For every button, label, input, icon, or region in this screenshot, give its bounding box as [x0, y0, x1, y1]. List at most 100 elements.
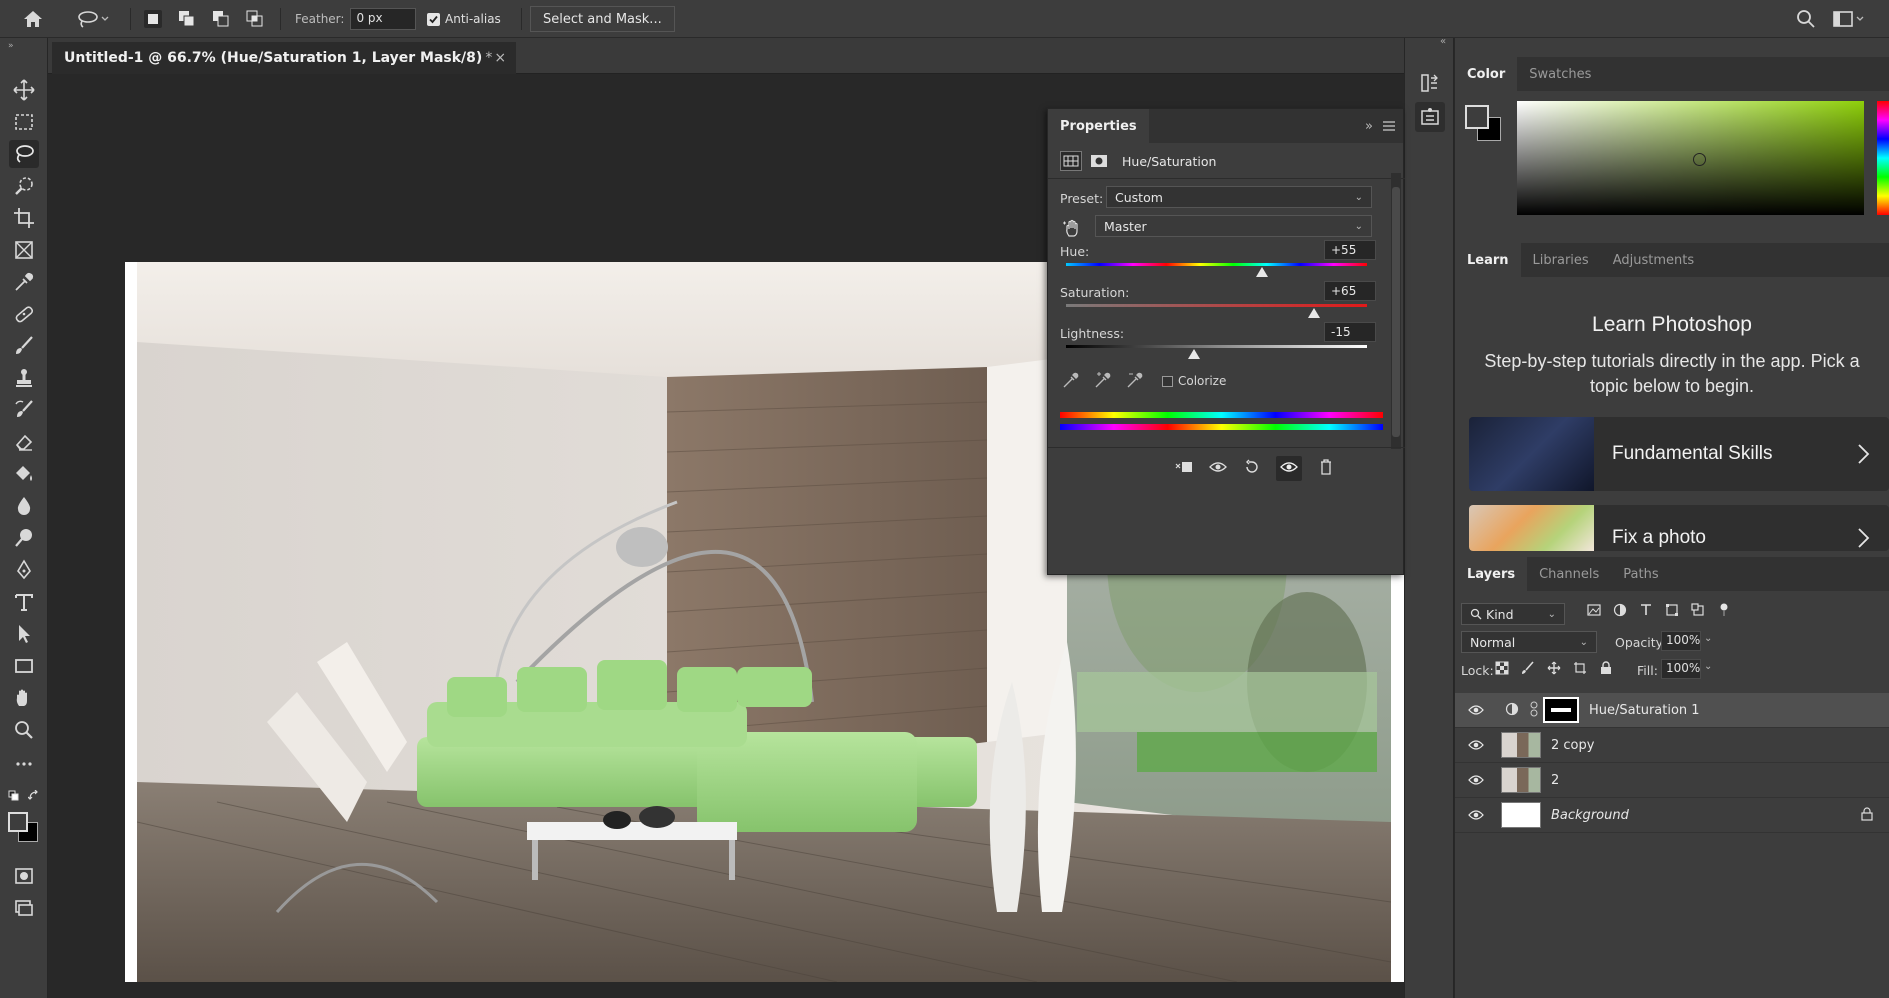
- hand-tool-icon[interactable]: [9, 684, 39, 712]
- lightness-slider-thumb[interactable]: [1187, 349, 1200, 359]
- workspace-icon[interactable]: [1832, 0, 1866, 38]
- collapse-toolbar-icon[interactable]: »: [8, 41, 14, 51]
- eyedropper-subtract-icon[interactable]: [1126, 371, 1144, 392]
- search-icon[interactable]: [1796, 0, 1816, 38]
- hue-slider-track[interactable]: [1066, 263, 1367, 266]
- color-swatch-picker[interactable]: [1465, 105, 1505, 145]
- eraser-tool-icon[interactable]: [9, 428, 39, 456]
- adjustment-settings-icon[interactable]: [1060, 151, 1082, 171]
- fill-dropdown-icon[interactable]: ⌄: [1704, 661, 1712, 672]
- eyedropper-icon[interactable]: [1062, 371, 1080, 392]
- opacity-input[interactable]: 100%: [1661, 631, 1701, 651]
- pen-tool-icon[interactable]: [9, 556, 39, 584]
- learn-card-fundamental-skills[interactable]: Fundamental Skills: [1469, 417, 1889, 491]
- subtract-from-selection-icon[interactable]: [210, 0, 232, 38]
- layer-row-hue-saturation-1[interactable]: Hue/Saturation 1: [1455, 693, 1889, 728]
- screen-mode-icon[interactable]: [9, 894, 39, 922]
- mask-link-icon[interactable]: [1529, 701, 1539, 720]
- marquee-tool-icon[interactable]: [9, 108, 39, 136]
- delete-adjustment-icon[interactable]: [1316, 459, 1336, 478]
- targeted-adjustment-hand-icon[interactable]: [1062, 217, 1084, 242]
- color-picker-marker[interactable]: [1693, 153, 1706, 166]
- close-tab-icon[interactable]: ×: [494, 50, 506, 66]
- document-tab[interactable]: Untitled-1 @ 66.7% (Hue/Saturation 1, La…: [52, 42, 517, 74]
- adjustment-mask-icon[interactable]: [1088, 151, 1110, 171]
- feather-input[interactable]: 0 px: [350, 8, 417, 30]
- tab-adjustments[interactable]: Adjustments: [1601, 243, 1706, 277]
- paint-bucket-tool-icon[interactable]: [9, 460, 39, 488]
- type-tool-icon[interactable]: [9, 588, 39, 616]
- frame-tool-icon[interactable]: [9, 236, 39, 264]
- properties-panel-icon[interactable]: [1415, 102, 1445, 132]
- layer-row-2-copy[interactable]: 2 copy: [1455, 728, 1889, 763]
- swap-colors-icon[interactable]: [27, 789, 40, 805]
- visibility-eye-icon[interactable]: [1461, 704, 1491, 716]
- opacity-dropdown-icon[interactable]: ⌄: [1704, 633, 1712, 644]
- history-brush-tool-icon[interactable]: [9, 396, 39, 424]
- tab-swatches[interactable]: Swatches: [1517, 57, 1603, 91]
- lock-artboard-icon[interactable]: [1573, 661, 1587, 678]
- hue-slider-thumb[interactable]: [1256, 267, 1269, 277]
- tab-paths[interactable]: Paths: [1611, 557, 1670, 591]
- lock-pixels-icon[interactable]: [1521, 661, 1535, 678]
- learn-card-fix-a-photo[interactable]: Fix a photo: [1469, 505, 1889, 551]
- view-previous-state-icon[interactable]: [1208, 459, 1228, 478]
- home-icon[interactable]: [22, 0, 44, 38]
- layer-row-2[interactable]: 2: [1455, 763, 1889, 798]
- tab-channels[interactable]: Channels: [1527, 557, 1611, 591]
- properties-scrollbar[interactable]: [1391, 173, 1401, 449]
- tab-properties[interactable]: Properties: [1048, 109, 1149, 143]
- filter-adjustment-icon[interactable]: [1613, 603, 1627, 620]
- saturation-slider-track[interactable]: [1066, 304, 1367, 307]
- tab-libraries[interactable]: Libraries: [1521, 243, 1601, 277]
- move-tool-icon[interactable]: [9, 76, 39, 104]
- new-selection-icon[interactable]: [142, 0, 164, 38]
- zoom-tool-icon[interactable]: [9, 716, 39, 744]
- history-panel-icon[interactable]: [1415, 68, 1445, 98]
- visibility-eye-icon[interactable]: [1461, 809, 1491, 821]
- saturation-input[interactable]: +65: [1324, 281, 1376, 301]
- lock-transparent-icon[interactable]: [1495, 661, 1509, 678]
- healing-brush-tool-icon[interactable]: [9, 300, 39, 328]
- lasso-tool-icon[interactable]: [9, 140, 39, 168]
- layer-filter-kind[interactable]: Kind ⌄: [1461, 603, 1565, 625]
- hue-slider[interactable]: [1877, 101, 1889, 215]
- lock-all-icon[interactable]: [1599, 661, 1613, 678]
- clone-stamp-tool-icon[interactable]: [9, 364, 39, 392]
- toggle-visibility-icon[interactable]: [1276, 456, 1302, 481]
- rectangle-tool-icon[interactable]: [9, 652, 39, 680]
- eyedropper-add-icon[interactable]: [1094, 371, 1112, 392]
- brush-tool-icon[interactable]: [9, 332, 39, 360]
- intersect-selection-icon[interactable]: [244, 0, 266, 38]
- eyedropper-tool-icon[interactable]: [9, 268, 39, 296]
- collapse-panel-icon[interactable]: »: [1365, 109, 1373, 143]
- tab-learn[interactable]: Learn: [1455, 243, 1521, 277]
- filter-toggle-icon[interactable]: [1717, 603, 1731, 620]
- channel-select[interactable]: Master ⌄: [1095, 215, 1372, 237]
- select-and-mask-button[interactable]: Select and Mask...: [530, 6, 675, 32]
- anti-alias-checkbox[interactable]: [427, 12, 440, 26]
- add-to-selection-icon[interactable]: [176, 0, 198, 38]
- expand-dock-icon[interactable]: «: [1440, 36, 1446, 47]
- quick-mask-icon[interactable]: [9, 862, 39, 890]
- filter-shape-icon[interactable]: [1665, 603, 1679, 620]
- layer-lock-icon[interactable]: [1861, 806, 1873, 824]
- lasso-tool-preset-icon[interactable]: [76, 0, 110, 38]
- dodge-tool-icon[interactable]: [9, 524, 39, 552]
- fill-input[interactable]: 100%: [1661, 659, 1701, 679]
- crop-tool-icon[interactable]: [9, 204, 39, 232]
- filter-pixel-icon[interactable]: [1587, 603, 1601, 620]
- visibility-eye-icon[interactable]: [1461, 739, 1491, 751]
- saturation-slider-thumb[interactable]: [1308, 308, 1321, 318]
- path-selection-tool-icon[interactable]: [9, 620, 39, 648]
- blur-tool-icon[interactable]: [9, 492, 39, 520]
- blend-mode-select[interactable]: Normal ⌄: [1461, 631, 1597, 653]
- filter-smart-object-icon[interactable]: [1691, 603, 1705, 620]
- tab-layers[interactable]: Layers: [1455, 557, 1528, 591]
- quick-selection-tool-icon[interactable]: [9, 172, 39, 200]
- clip-to-layer-icon[interactable]: [1174, 459, 1194, 478]
- panel-menu-icon[interactable]: [1383, 109, 1395, 143]
- layer-row-background[interactable]: Background: [1455, 798, 1889, 833]
- lightness-slider-track[interactable]: [1066, 345, 1367, 348]
- color-field[interactable]: [1517, 101, 1864, 215]
